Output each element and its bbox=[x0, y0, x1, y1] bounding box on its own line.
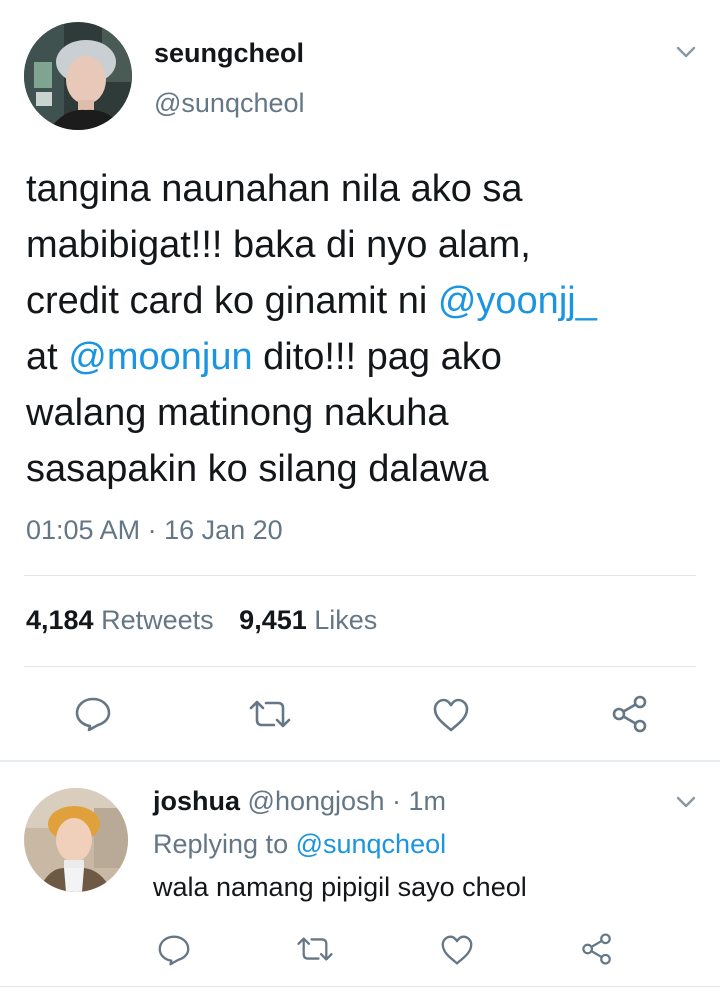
author-avatar[interactable] bbox=[24, 22, 132, 130]
reply-author-handle[interactable]: @hongjosh bbox=[248, 786, 385, 816]
likes-count[interactable]: 9,451 bbox=[239, 605, 307, 635]
share-icon[interactable] bbox=[580, 932, 614, 966]
mention-link[interactable]: @yoonjj_ bbox=[438, 280, 597, 322]
reply-text: wala namang pipigil sayo cheol bbox=[153, 872, 527, 902]
section-divider bbox=[0, 760, 720, 762]
share-icon[interactable] bbox=[610, 694, 650, 734]
tweet-stats: 4,184 Retweets 9,451 Likes bbox=[26, 605, 377, 636]
tweet-line: at @moonjun dito!!! pag ako bbox=[26, 336, 502, 378]
tweet-text: tangina naunahan nila ako sa mabibigat!!… bbox=[26, 161, 706, 497]
author-handle[interactable]: @sunqcheol bbox=[154, 88, 305, 119]
tweet-line: mabibigat!!! baka di nyo alam, bbox=[26, 224, 531, 266]
divider bbox=[24, 666, 696, 667]
retweets-label[interactable]: Retweets bbox=[101, 605, 214, 635]
divider bbox=[0, 986, 720, 987]
author-name[interactable]: seungcheol bbox=[154, 38, 304, 69]
tweet-timestamp: 01:05 AM · 16 Jan 20 bbox=[26, 515, 283, 545]
tweet-line: tangina naunahan nila ako sa bbox=[26, 168, 523, 210]
heart-icon[interactable] bbox=[432, 697, 470, 733]
tweet-line: walang matinong nakuha bbox=[26, 392, 449, 434]
reply-header: joshua @hongjosh · 1m bbox=[153, 786, 446, 817]
replying-to: Replying to @sunqcheol bbox=[153, 829, 447, 859]
replying-to-mention[interactable]: @sunqcheol bbox=[296, 829, 447, 859]
chevron-down-icon[interactable] bbox=[676, 45, 696, 58]
reply-icon[interactable] bbox=[157, 934, 191, 966]
reply-author-name[interactable]: joshua bbox=[153, 786, 240, 816]
chevron-down-icon[interactable] bbox=[676, 795, 696, 808]
mention-link[interactable]: @moonjun bbox=[68, 336, 252, 378]
heart-icon[interactable] bbox=[440, 934, 474, 966]
retweet-icon[interactable] bbox=[295, 935, 335, 963]
reply-icon[interactable] bbox=[74, 696, 112, 732]
reply-author-avatar[interactable] bbox=[24, 788, 128, 892]
reply-time: · 1m bbox=[384, 786, 447, 816]
likes-label[interactable]: Likes bbox=[314, 605, 377, 635]
tweet-line: credit card ko ginamit ni @yoonjj_ bbox=[26, 280, 597, 322]
retweet-icon[interactable] bbox=[247, 698, 293, 730]
divider bbox=[24, 575, 696, 576]
retweets-count[interactable]: 4,184 bbox=[26, 605, 94, 635]
tweet-line: sasapakin ko silang dalawa bbox=[26, 448, 489, 490]
